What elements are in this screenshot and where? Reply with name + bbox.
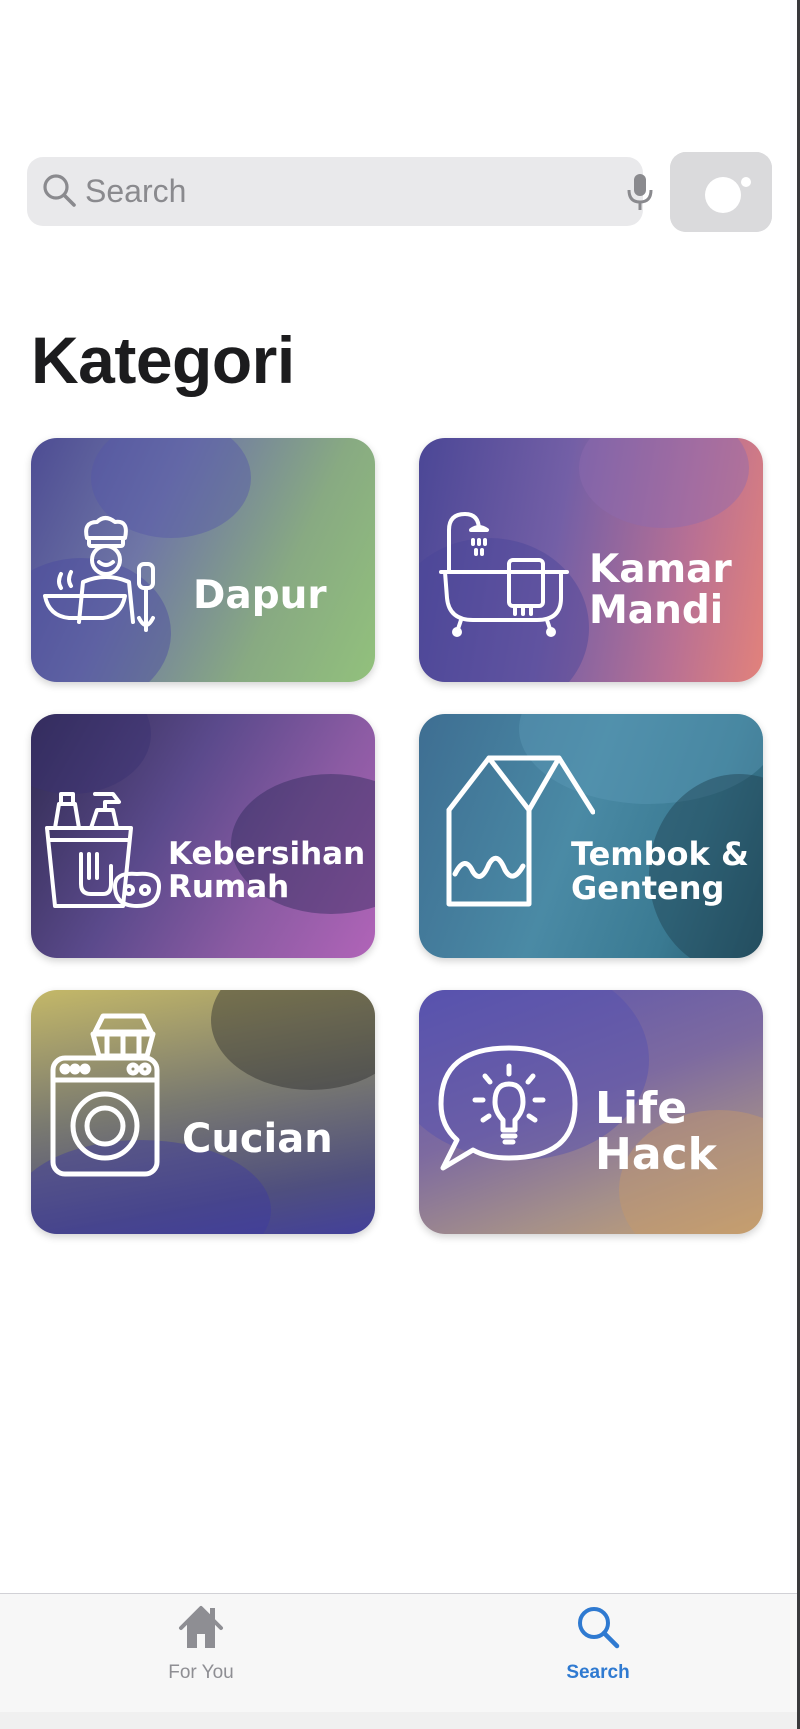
chef-icon bbox=[43, 516, 155, 632]
category-card-kamar-mandi[interactable]: Kamar Mandi bbox=[419, 438, 763, 682]
microphone-icon[interactable] bbox=[625, 172, 655, 212]
category-label: Kamar Mandi bbox=[589, 547, 732, 633]
category-card-cucian[interactable]: Cucian bbox=[31, 990, 375, 1234]
search-icon bbox=[578, 1607, 620, 1649]
category-card-kebersihan-rumah[interactable]: Kebersihan Rumah bbox=[31, 714, 375, 958]
search-bar[interactable] bbox=[27, 157, 653, 226]
tab-bar: For You Search bbox=[0, 1593, 797, 1729]
camera-icon bbox=[670, 152, 772, 232]
category-label: Kebersihan Rumah bbox=[168, 836, 366, 905]
tab-search[interactable]: Search bbox=[518, 1594, 678, 1694]
bathtub-icon bbox=[439, 512, 569, 637]
category-label: Tembok & Genteng bbox=[571, 835, 749, 907]
tab-label: Search bbox=[566, 1662, 630, 1683]
section-title: Kategori bbox=[31, 323, 295, 397]
category-card-life-hack[interactable]: Life Hack bbox=[419, 990, 763, 1234]
search-input[interactable] bbox=[85, 157, 605, 226]
washing-machine-icon bbox=[50, 1013, 160, 1177]
search-icon bbox=[43, 174, 76, 207]
category-card-dapur[interactable]: Dapur bbox=[31, 438, 375, 682]
tab-for-you[interactable]: For You bbox=[121, 1594, 281, 1694]
cleaning-supplies-icon bbox=[45, 792, 161, 908]
lightbulb-idea-icon bbox=[438, 1045, 578, 1171]
category-label: Dapur bbox=[193, 573, 327, 618]
camera-button[interactable] bbox=[670, 152, 772, 232]
tab-label: For You bbox=[168, 1662, 234, 1683]
category-label: Life Hack bbox=[595, 1083, 717, 1181]
category-label: Cucian bbox=[182, 1116, 333, 1162]
home-icon bbox=[179, 1606, 223, 1648]
category-card-tembok-genteng[interactable]: Tembok & Genteng bbox=[419, 714, 763, 958]
home-indicator-area bbox=[0, 1712, 797, 1729]
